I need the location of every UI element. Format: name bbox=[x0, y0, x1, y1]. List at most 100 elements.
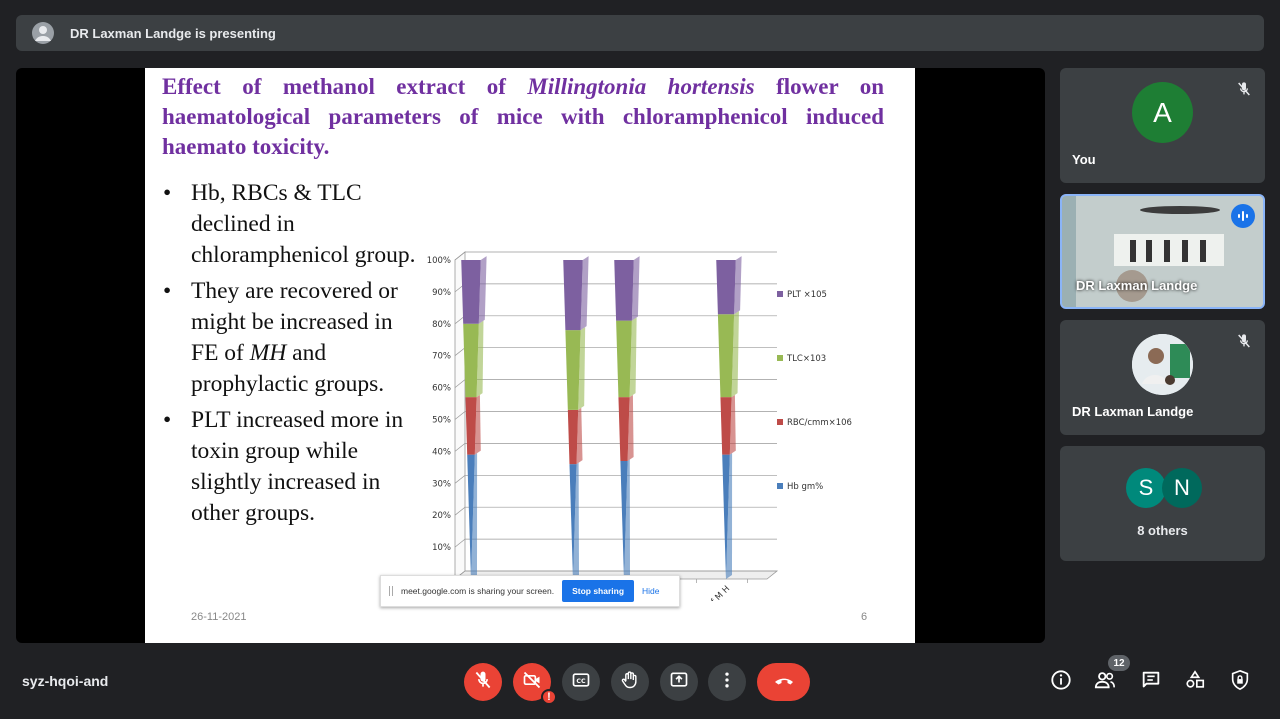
hand-icon bbox=[620, 670, 640, 695]
y-tick-label: 100% bbox=[427, 256, 451, 266]
meeting-details-button[interactable] bbox=[1048, 669, 1074, 695]
bullet-text: PLT increased more in toxin group while … bbox=[191, 407, 404, 526]
slide-title-part1: Effect of methanol extract of bbox=[162, 74, 528, 99]
leave-call-button[interactable] bbox=[757, 663, 810, 701]
bar-segment bbox=[567, 409, 579, 465]
y-tick-label: 90% bbox=[432, 288, 451, 298]
chat-icon bbox=[1140, 669, 1162, 696]
bullet-dot-icon: • bbox=[163, 278, 172, 304]
chat-button[interactable] bbox=[1138, 669, 1164, 695]
participant-name: DR Laxman Landge bbox=[1072, 404, 1194, 419]
hide-button[interactable]: Hide bbox=[642, 586, 659, 596]
present-screen-icon bbox=[669, 670, 689, 695]
mic-off-icon bbox=[1233, 330, 1255, 352]
legend-swatch bbox=[777, 291, 783, 297]
warning-badge-icon: ! bbox=[541, 689, 557, 705]
y-tick-label: 70% bbox=[432, 352, 451, 362]
more-options-button[interactable] bbox=[708, 663, 746, 701]
participant-tile-you[interactable]: A You bbox=[1060, 68, 1265, 183]
meeting-code: syz-hqoi-and bbox=[22, 673, 109, 689]
mic-off-icon bbox=[473, 670, 493, 695]
info-icon bbox=[1050, 669, 1072, 696]
shield-lock-icon bbox=[1229, 669, 1251, 696]
people-button[interactable]: 12 bbox=[1092, 655, 1130, 696]
avatar: S bbox=[1126, 468, 1166, 508]
y-tick-label: 80% bbox=[432, 320, 451, 330]
y-tick-label: 50% bbox=[432, 416, 451, 426]
participant-tile-presenter[interactable]: DR Laxman Landge bbox=[1060, 320, 1265, 435]
presenting-bar: DR Laxman Landge is presenting bbox=[16, 15, 1264, 51]
drag-handle-icon[interactable] bbox=[389, 586, 393, 596]
bullet-item: • They are recovered or might be increas… bbox=[161, 276, 416, 400]
participant-tile-others[interactable]: S N 8 others bbox=[1060, 446, 1265, 561]
bar-segment bbox=[717, 314, 735, 398]
slide-date: 26-11-2021 bbox=[191, 611, 247, 623]
bar-segment bbox=[716, 260, 736, 315]
y-tick-label: 10% bbox=[432, 543, 451, 553]
slide-title-species: Millingtonia hortensis bbox=[527, 74, 755, 99]
others-count-label: 8 others bbox=[1137, 523, 1188, 538]
slide-bullets: • Hb, RBCs & TLC declined in chloramphen… bbox=[161, 178, 416, 534]
bar-segment bbox=[563, 260, 583, 331]
screen-share-notice: meet.google.com is sharing your screen. … bbox=[380, 575, 680, 607]
captions-button[interactable]: CC bbox=[562, 663, 600, 701]
people-icon bbox=[1093, 669, 1117, 696]
bullet-text-italic: MH bbox=[249, 340, 287, 366]
y-tick-label: 60% bbox=[432, 384, 451, 394]
bullet-text: Hb, RBCs & TLC declined in chloramphenic… bbox=[191, 180, 416, 268]
activities-shapes-icon bbox=[1184, 669, 1206, 696]
camera-off-icon bbox=[522, 670, 542, 695]
avatar: A bbox=[1132, 82, 1193, 143]
presenting-text: DR Laxman Landge is presenting bbox=[70, 25, 276, 41]
participant-tile-presenter-video[interactable]: DR Laxman Landge bbox=[1060, 194, 1265, 309]
camera-toggle-button[interactable]: ! bbox=[513, 663, 557, 705]
participant-name: DR Laxman Landge bbox=[1076, 278, 1198, 293]
bar-segment bbox=[720, 397, 732, 455]
legend-swatch bbox=[777, 355, 783, 361]
bar-segment bbox=[465, 397, 477, 455]
hang-up-icon bbox=[772, 668, 796, 697]
bullet-dot-icon: • bbox=[163, 407, 172, 433]
slide-title: Effect of methanol extract of Millington… bbox=[162, 72, 884, 162]
mic-toggle-button[interactable] bbox=[464, 663, 502, 701]
chart-gridline bbox=[454, 251, 777, 261]
bar-segment bbox=[618, 397, 630, 461]
participant-name: You bbox=[1072, 152, 1096, 167]
bar-segment bbox=[461, 260, 481, 324]
present-now-button[interactable] bbox=[660, 663, 698, 701]
bar-segment bbox=[616, 320, 632, 398]
avatar: N bbox=[1162, 468, 1202, 508]
bar-segment bbox=[614, 260, 634, 321]
y-tick-label: 20% bbox=[432, 511, 451, 521]
legend-swatch bbox=[777, 483, 783, 489]
presentation-stage: Effect of methanol extract of Millington… bbox=[16, 68, 1045, 643]
share-message: meet.google.com is sharing your screen. bbox=[401, 586, 555, 596]
y-tick-label: 30% bbox=[432, 479, 451, 489]
bottom-control-bar: syz-hqoi-and ! CC 12 bbox=[0, 645, 1280, 719]
bullet-item: • PLT increased more in toxin group whil… bbox=[161, 405, 416, 529]
legend-label: TLC×103 bbox=[786, 354, 826, 364]
bullet-item: • Hb, RBCs & TLC declined in chloramphen… bbox=[161, 178, 416, 271]
stop-sharing-button[interactable]: Stop sharing bbox=[562, 580, 635, 602]
raise-hand-button[interactable] bbox=[611, 663, 649, 701]
slide-page-number: 6 bbox=[861, 611, 868, 623]
slide: Effect of methanol extract of Millington… bbox=[145, 68, 915, 643]
legend-label: RBC/cmm×106 bbox=[787, 418, 852, 428]
bar-segment bbox=[565, 330, 581, 410]
host-controls-button[interactable] bbox=[1227, 669, 1253, 695]
legend-swatch bbox=[777, 419, 783, 425]
bullet-dot-icon: • bbox=[163, 180, 172, 206]
activities-button[interactable] bbox=[1182, 669, 1208, 695]
more-vertical-icon bbox=[717, 670, 737, 695]
people-count-badge: 12 bbox=[1108, 655, 1130, 671]
closed-captions-icon: CC bbox=[571, 670, 591, 695]
mic-off-icon bbox=[1233, 78, 1255, 100]
svg-text:CC: CC bbox=[576, 677, 586, 684]
speaking-indicator-icon bbox=[1231, 204, 1255, 228]
stacked-bar-chart: 0%10%20%30%40%50%60%70%80%90%100%I – Con… bbox=[427, 251, 852, 601]
avatar bbox=[1132, 334, 1193, 395]
presenter-avatar-icon bbox=[30, 20, 56, 46]
y-tick-label: 40% bbox=[432, 447, 451, 457]
legend-label: Hb gm% bbox=[787, 482, 823, 492]
bar-segment bbox=[463, 323, 479, 398]
